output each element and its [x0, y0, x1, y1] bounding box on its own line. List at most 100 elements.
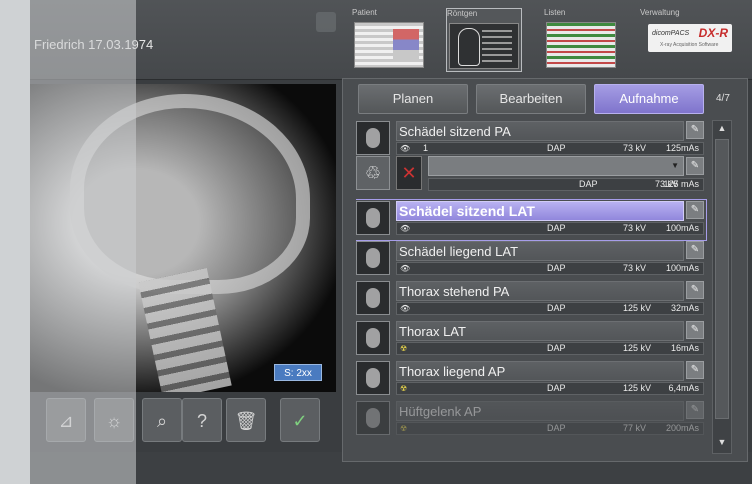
- edit-icon[interactable]: ✎: [686, 201, 704, 219]
- exam-title: Schädel sitzend LAT: [396, 201, 684, 221]
- edit-icon[interactable]: ✎: [686, 401, 704, 419]
- mas-value: 125mAs: [665, 143, 699, 153]
- kv-value: 125 kV: [623, 383, 652, 393]
- exam-params: 👁 DAP 125 kV 32mAs: [396, 302, 704, 315]
- exam-thumbnail: [356, 321, 390, 355]
- list-item[interactable]: Thorax liegend AP ✎ ☢ DAP 125 kV 6,4mAs: [356, 360, 706, 400]
- edit-icon[interactable]: ✎: [686, 361, 704, 379]
- kv-value: 73 kV: [623, 263, 647, 273]
- edit-icon[interactable]: ✎: [686, 281, 704, 299]
- mas-value: 6,4mAs: [668, 383, 699, 393]
- mas-value: 32mAs: [670, 303, 699, 313]
- exam-thumbnail: [356, 401, 390, 435]
- edit-icon[interactable]: ✎: [686, 157, 704, 175]
- exam-list: Schädel sitzend PA ✎ 👁 1 DAP 73 kV 125mA…: [356, 120, 712, 456]
- list-item[interactable]: Hüftgelenk AP ✎ ☢ DAP 77 kV 200mAs: [356, 400, 706, 440]
- chevron-down-icon: ▼: [671, 161, 679, 170]
- skull-shape: [70, 94, 310, 294]
- dap-label: DAP: [547, 343, 566, 353]
- patient-thumbnail: [354, 22, 424, 68]
- exam-thumbnail: [356, 241, 390, 275]
- tab-label: Listen: [544, 8, 566, 17]
- dap-label: DAP: [547, 383, 566, 393]
- logo-subtitle: X-ray Acquisition Software: [660, 42, 719, 48]
- list-item-selected[interactable]: Schädel sitzend LAT ✎ 👁 DAP 73 kV 100mAs: [356, 199, 707, 241]
- trash-icon[interactable]: 🗑: [226, 398, 266, 442]
- zoom-icon[interactable]: ⌕: [142, 398, 182, 442]
- mas-value: 16mAs: [670, 343, 699, 353]
- edit-icon[interactable]: ✎: [686, 321, 704, 339]
- edit-icon[interactable]: ✎: [686, 241, 704, 259]
- mas-value: 125 mAs: [663, 179, 699, 189]
- viewer-badge: S: 2xx: [274, 364, 322, 381]
- radiation-icon: ☢: [400, 424, 408, 433]
- kv-value: 73 kV: [623, 143, 647, 153]
- plan-button[interactable]: Planen: [358, 84, 468, 114]
- listen-thumbnail: [546, 22, 616, 68]
- window-level-icon[interactable]: ⊿: [46, 398, 86, 442]
- list-item[interactable]: Schädel sitzend PA ✎ 👁 1 DAP 73 kV 125mA…: [356, 120, 706, 160]
- tab-patient[interactable]: Patient: [352, 8, 428, 72]
- recycle-icon[interactable]: ♲: [356, 156, 390, 190]
- list-item[interactable]: Thorax stehend PA ✎ 👁 DAP 125 kV 32mAs: [356, 280, 706, 320]
- accept-icon[interactable]: ✓: [280, 398, 320, 442]
- scroll-down-icon[interactable]: ▼: [715, 437, 729, 451]
- exam-params: ☢ DAP 125 kV 6,4mAs: [396, 382, 704, 395]
- xray-viewer[interactable]: [30, 84, 336, 392]
- exam-title: Thorax stehend PA: [396, 281, 684, 301]
- tab-label: Verwaltung: [640, 8, 680, 17]
- logo-main: dicomPACS: [652, 30, 690, 37]
- exam-title: Hüftgelenk AP: [396, 401, 684, 421]
- brightness-icon[interactable]: ☼: [94, 398, 134, 442]
- kv-value: 73 kV: [623, 223, 647, 233]
- dap-label: DAP: [547, 263, 566, 273]
- eye-icon[interactable]: 👁: [400, 303, 410, 314]
- vendor-logo: dicomPACS DX-R X-ray Acquisition Softwar…: [648, 24, 732, 52]
- edit-button[interactable]: Bearbeiten: [476, 84, 586, 114]
- radiation-icon: ☢: [400, 384, 408, 393]
- reason-dropdown[interactable]: ▼: [428, 156, 684, 176]
- dap-label: DAP: [547, 223, 566, 233]
- list-icon: [482, 30, 512, 62]
- help-icon[interactable]: ?: [182, 398, 222, 442]
- exam-thumbnail: [356, 281, 390, 315]
- exam-title: Thorax LAT: [396, 321, 684, 341]
- reject-icon[interactable]: ✕: [396, 156, 422, 190]
- list-item[interactable]: Schädel liegend LAT ✎ 👁 DAP 73 kV 100mAs: [356, 240, 706, 280]
- mas-value: 100mAs: [665, 263, 699, 273]
- header-tool-icon[interactable]: [316, 12, 336, 32]
- body-figure-icon: [458, 28, 480, 66]
- edit-icon[interactable]: ✎: [686, 121, 704, 139]
- eye-icon[interactable]: 👁: [400, 263, 410, 274]
- exam-thumbnail: [356, 201, 390, 235]
- logo-brand: DX-R: [698, 26, 728, 40]
- exam-thumbnail: [356, 361, 390, 395]
- mas-value: 200mAs: [665, 423, 699, 433]
- scroll-thumb[interactable]: [715, 139, 729, 419]
- tab-label: Patient: [352, 8, 377, 17]
- exam-thumbnail: [356, 121, 390, 155]
- tab-label: Röntgen: [447, 9, 478, 18]
- eye-icon[interactable]: 👁: [400, 143, 410, 154]
- exam-title: Thorax liegend AP: [396, 361, 684, 381]
- patient-name: Friedrich 17.03.1974: [34, 37, 154, 52]
- list-item[interactable]: Thorax LAT ✎ ☢ DAP 125 kV 16mAs: [356, 320, 706, 360]
- scroll-up-icon[interactable]: ▲: [715, 123, 729, 137]
- dap-label: DAP: [547, 423, 566, 433]
- viewer-toolbar: ⊿ ☼ ⌕ ? 🗑 ✓: [46, 398, 336, 446]
- acquire-button[interactable]: Aufnahme: [594, 84, 704, 114]
- tab-roentgen[interactable]: Röntgen: [446, 8, 522, 72]
- mas-value: 100mAs: [665, 223, 699, 233]
- list-item-sub[interactable]: ♲ ✕ ▼ ✎ DAP 73 kV 125 mAs: [356, 156, 706, 196]
- exam-params: ☢ DAP 77 kV 200mAs: [396, 422, 704, 435]
- list-scrollbar[interactable]: ▲ ▼: [712, 120, 732, 454]
- exam-params: 👁 DAP 73 kV 100mAs: [396, 222, 704, 235]
- exam-title: Schädel sitzend PA: [396, 121, 684, 141]
- eye-icon[interactable]: 👁: [400, 223, 410, 234]
- kv-value: 125 kV: [623, 303, 652, 313]
- exposure-count: 1: [423, 143, 429, 153]
- exam-params: ☢ DAP 125 kV 16mAs: [396, 342, 704, 355]
- dap-label: DAP: [547, 303, 566, 313]
- dap-label: DAP: [547, 143, 566, 153]
- tab-listen[interactable]: Listen: [544, 8, 620, 72]
